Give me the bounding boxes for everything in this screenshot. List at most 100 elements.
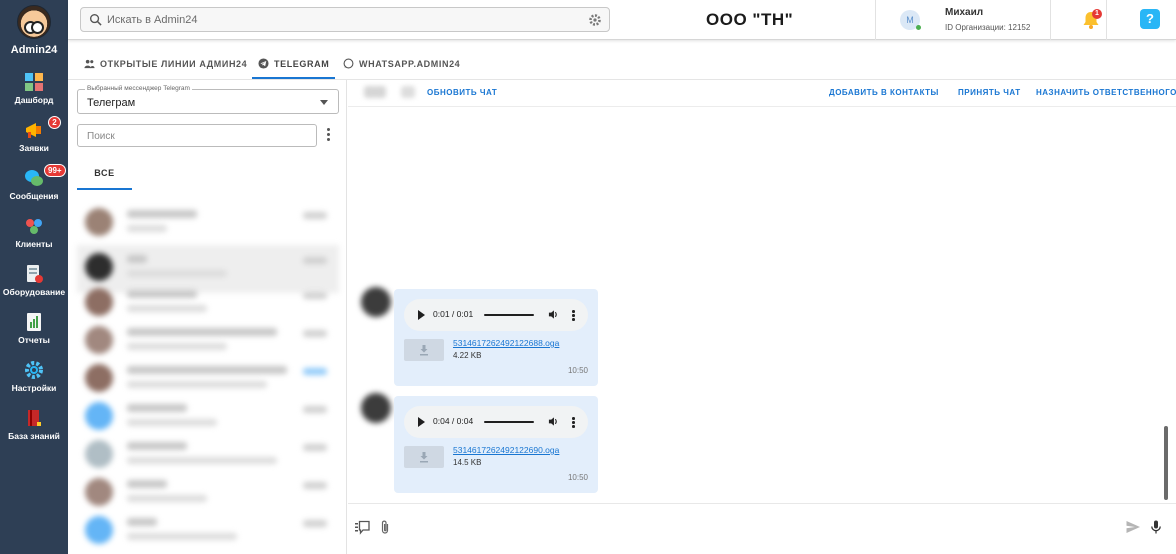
megaphone-icon — [26, 123, 41, 138]
telegram-icon — [258, 58, 269, 69]
sidebar-item-messages[interactable]: 99+ Сообщения — [0, 164, 68, 208]
sender-avatar — [361, 287, 391, 317]
people-icon — [84, 59, 95, 69]
gear-icon — [25, 361, 43, 379]
user-name: Михаил — [945, 7, 984, 18]
sidebar-item-requests[interactable]: 2 Заявки — [0, 116, 68, 160]
refresh-chat-button[interactable]: ОБНОВИТЬ ЧАТ — [427, 88, 497, 97]
attach-icon[interactable] — [377, 519, 393, 535]
more-options-icon[interactable] — [327, 128, 331, 142]
search-placeholder: Искать в Admin24 — [107, 14, 198, 26]
microphone-icon[interactable] — [1148, 519, 1164, 535]
company-name: ООО "ТН" — [706, 10, 794, 29]
volume-icon[interactable] — [548, 416, 559, 427]
book-icon — [28, 410, 41, 426]
sidebar-item-settings[interactable]: Настройки — [0, 356, 68, 400]
file-size: 4.22 KB — [453, 351, 482, 360]
message-time: 10:50 — [567, 366, 588, 375]
volume-icon[interactable] — [548, 309, 559, 320]
help-button[interactable]: ? — [1140, 9, 1160, 29]
whatsapp-icon — [343, 58, 354, 69]
messenger-select-value: Телеграм — [87, 97, 136, 109]
app-name: Admin24 — [10, 44, 58, 56]
global-search[interactable]: Искать в Admin24 — [80, 7, 610, 32]
divider — [1106, 0, 1107, 40]
add-to-contacts-button[interactable]: ДОБАВИТЬ В КОНТАКТЫ — [829, 88, 939, 97]
tab-label: WHATSAPP.ADMIN24 — [359, 59, 461, 69]
main-sidebar: Admin24 Дашборд 2 Заявки 99+ Сообщения К… — [0, 0, 68, 554]
chat-list-panel: Выбранный мессенджер Telegram Телеграм П… — [68, 80, 347, 554]
chat-header: ОБНОВИТЬ ЧАТ ДОБАВИТЬ В КОНТАКТЫ ПРИНЯТЬ… — [348, 80, 1176, 107]
sidebar-item-clients[interactable]: Клиенты — [0, 212, 68, 256]
search-settings-icon[interactable] — [588, 13, 602, 27]
sidebar-item-label: Настройки — [11, 383, 57, 393]
message-composer — [348, 503, 1176, 554]
sidebar-item-label: Сообщения — [9, 191, 59, 201]
app-logo[interactable]: Admin24 — [0, 0, 68, 60]
send-icon[interactable] — [1125, 519, 1141, 535]
download-icon — [420, 345, 428, 356]
audio-progress-bar[interactable] — [484, 421, 534, 423]
sidebar-item-label: Заявки — [19, 143, 49, 153]
contact-name-blurred — [364, 86, 386, 98]
quick-replies-icon[interactable] — [354, 519, 370, 535]
file-link[interactable]: 5314617262492122688.oga — [453, 338, 559, 348]
chat-search-placeholder: Поиск — [87, 131, 115, 142]
download-button[interactable] — [404, 446, 444, 468]
dashboard-icon — [25, 73, 43, 91]
sidebar-item-label: Клиенты — [15, 239, 53, 249]
assign-responsible-button[interactable]: НАЗНАЧИТЬ ОТВЕТСТВЕННОГО — [1036, 88, 1176, 97]
sidebar-item-label: Оборудование — [2, 287, 66, 297]
audio-player[interactable]: 0:01 / 0:01 — [404, 299, 588, 331]
search-icon — [89, 13, 102, 26]
sidebar-item-label: Дашборд — [14, 95, 54, 105]
contact-info-blurred — [401, 86, 415, 98]
sidebar-item-reports[interactable]: Отчеты — [0, 308, 68, 352]
audio-player[interactable]: 0:04 / 0:04 — [404, 406, 588, 438]
organization-id: ID Организации: 12152 — [945, 23, 1031, 32]
sidebar-item-equipment[interactable]: Оборудование — [0, 260, 68, 304]
messages-badge: 99+ — [44, 164, 66, 177]
sidebar-item-label: База знаний — [8, 431, 60, 441]
more-options-icon[interactable] — [572, 310, 575, 321]
equipment-icon — [27, 265, 43, 283]
chat-bubbles-icon — [25, 170, 43, 186]
top-bar: Искать в Admin24 ООО "ТН" М Михаил ID Ор… — [68, 0, 1176, 40]
user-menu[interactable]: М Михаил ID Организации: 12152 — [875, 0, 1051, 40]
list-item[interactable] — [77, 508, 339, 554]
messenger-select[interactable]: Выбранный мессенджер Telegram Телеграм — [77, 85, 339, 114]
chevron-down-icon — [320, 100, 328, 105]
notification-badge: 1 — [1092, 9, 1102, 19]
active-subtab-indicator — [77, 188, 132, 190]
play-icon[interactable] — [418, 310, 425, 320]
accept-chat-button[interactable]: ПРИНЯТЬ ЧАТ — [958, 88, 1021, 97]
active-tab-indicator — [252, 77, 335, 79]
sidebar-item-knowledge-base[interactable]: База знаний — [0, 404, 68, 448]
play-icon[interactable] — [418, 417, 425, 427]
chat-search-input[interactable]: Поиск — [77, 124, 317, 147]
message-time: 10:50 — [567, 473, 588, 482]
message-bubble: 0:01 / 0:01 5314617262492122688.oga 4.22… — [394, 289, 598, 386]
audio-time: 0:01 / 0:01 — [433, 309, 474, 319]
tab-label: TELEGRAM — [274, 59, 330, 69]
audio-time: 0:04 / 0:04 — [433, 416, 474, 426]
download-icon — [420, 452, 428, 463]
sidebar-item-label: Отчеты — [18, 335, 50, 345]
audio-progress-bar[interactable] — [484, 314, 534, 316]
tab-label: ОТКРЫТЫЕ ЛИНИИ АДМИН24 — [100, 59, 248, 69]
sidebar-item-dashboard[interactable]: Дашборд — [0, 68, 68, 112]
file-link[interactable]: 5314617262492122690.oga — [453, 445, 559, 455]
download-button[interactable] — [404, 339, 444, 361]
sender-avatar — [361, 393, 391, 423]
requests-badge: 2 — [48, 116, 61, 129]
subtab-all[interactable]: ВСЕ — [77, 168, 132, 190]
scrollbar-thumb[interactable] — [1164, 426, 1168, 500]
message-bubble: 0:04 / 0:04 5314617262492122690.oga 14.5… — [394, 396, 598, 493]
chat-view: ОБНОВИТЬ ЧАТ ДОБАВИТЬ В КОНТАКТЫ ПРИНЯТЬ… — [348, 80, 1176, 554]
file-size: 14.5 KB — [453, 458, 482, 467]
list-item[interactable] — [77, 200, 339, 248]
messenger-tabs: ОТКРЫТЫЕ ЛИНИИ АДМИН24 TELEGRAM WHATSAPP… — [68, 48, 1176, 80]
clients-icon — [26, 219, 42, 234]
logo-mascot-icon — [17, 5, 51, 39]
more-options-icon[interactable] — [572, 417, 575, 428]
